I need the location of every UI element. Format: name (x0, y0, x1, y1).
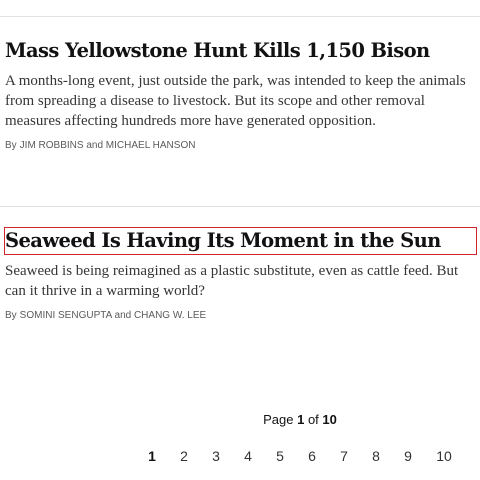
page-link[interactable]: 9 (394, 448, 422, 464)
page-link-current[interactable]: 1 (138, 448, 166, 464)
pagination-total: 10 (322, 412, 337, 427)
article-summary: Seaweed is being reimagined as a plastic… (5, 263, 459, 299)
article-byline: By JIM ROBBINS and MICHAEL HANSON (5, 140, 475, 151)
pagination-status: Page 1 of 10 (0, 412, 480, 427)
article-headline[interactable]: Seaweed Is Having Its Moment in the Sun (4, 227, 477, 255)
divider (0, 206, 480, 207)
byline-prefix: By (5, 310, 17, 321)
page-link[interactable]: 5 (266, 448, 294, 464)
page-link[interactable]: 4 (234, 448, 262, 464)
page-link[interactable]: 6 (298, 448, 326, 464)
pagination-label: Page (263, 412, 294, 427)
search-results-page: Mass Yellowstone Hunt Kills 1,150 Bison … (0, 0, 480, 480)
pagination-current: 1 (297, 412, 305, 427)
page-link[interactable]: 8 (362, 448, 390, 464)
pagination-nav: 1 2 3 4 5 6 7 8 9 10 (0, 448, 480, 466)
article-headline[interactable]: Mass Yellowstone Hunt Kills 1,150 Bison (5, 38, 475, 64)
article-card: Mass Yellowstone Hunt Kills 1,150 Bison … (5, 38, 475, 151)
page-link[interactable]: 2 (170, 448, 198, 464)
article-summary: A months-long event, just outside the pa… (5, 73, 466, 129)
article-card: Seaweed Is Having Its Moment in the Sun … (4, 227, 477, 321)
page-link[interactable]: 10 (430, 448, 458, 464)
page-link[interactable]: 3 (202, 448, 230, 464)
pagination-of: of (307, 412, 319, 427)
article-byline: By SOMINI SENGUPTA and CHANG W. LEE (5, 310, 475, 321)
divider (0, 16, 480, 17)
byline-prefix: By (5, 140, 17, 151)
byline-authors: SOMINI SENGUPTA and CHANG W. LEE (19, 310, 207, 321)
byline-authors: JIM ROBBINS and MICHAEL HANSON (19, 140, 196, 151)
page-link[interactable]: 7 (330, 448, 358, 464)
